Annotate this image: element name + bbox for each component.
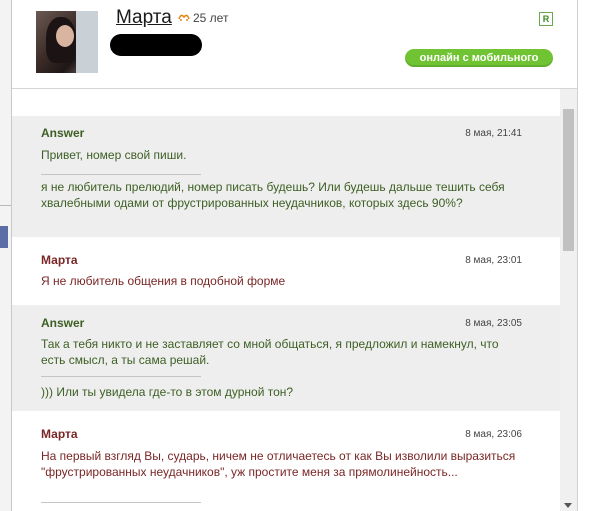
user-age: 25 лет	[193, 11, 229, 25]
scrollbar-thumb[interactable]	[563, 109, 574, 251]
chat-header: Марта 25 лет R онлайн с мобильного	[12, 0, 577, 88]
message-time: 8 мая, 23:01	[465, 255, 522, 266]
background-page-tab	[0, 226, 8, 248]
message-item: Answer 8 мая, 23:05 Так а тебя никто и н…	[12, 305, 560, 411]
message-sender[interactable]: Марта	[41, 253, 78, 267]
message-item: Марта 8 мая, 23:01 Я не любитель общения…	[12, 237, 560, 305]
message-sender[interactable]: Марта	[41, 427, 78, 441]
message-part-divider	[41, 376, 201, 377]
message-part-divider	[41, 502, 201, 503]
r-badge-icon[interactable]: R	[539, 12, 553, 26]
avatar-background	[76, 11, 98, 73]
avatar[interactable]	[36, 11, 98, 73]
message-text: На первый взгляд Вы, сударь, ничем не от…	[41, 449, 516, 479]
message-time: 8 мая, 21:41	[465, 128, 522, 139]
message-item: Answer 8 мая, 21:41 Привет, номер свой п…	[12, 116, 560, 237]
username-link[interactable]: Марта	[116, 7, 172, 29]
page-right-gutter	[578, 0, 598, 511]
message-text: я не любитель прелюдий, номер писать буд…	[41, 180, 505, 210]
message-sender[interactable]: Answer	[41, 126, 84, 140]
chat-window: Марта 25 лет R онлайн с мобильного Answe…	[12, 0, 578, 511]
online-mobile-badge: онлайн с мобильного	[405, 49, 553, 67]
message-text: ))) Или ты увидела где-то в этом дурной …	[41, 385, 294, 399]
message-text: Привет, номер свой пиши.	[41, 148, 187, 162]
message-scrollbar[interactable]	[560, 89, 577, 511]
message-list: Answer 8 мая, 21:41 Привет, номер свой п…	[12, 89, 560, 511]
scroll-down-arrow-icon[interactable]	[564, 503, 572, 508]
message-time: 8 мая, 23:05	[465, 318, 522, 329]
message-text: Я не любитель общения в подобной форме	[41, 274, 286, 288]
avatar-face	[56, 25, 74, 47]
message-item: Марта 8 мая, 23:06 На первый взгляд Вы, …	[12, 411, 560, 511]
message-text: Так а тебя никто и не заставляет со мной…	[41, 337, 499, 367]
message-sender[interactable]: Answer	[41, 316, 84, 330]
message-time: 8 мая, 23:06	[465, 429, 522, 440]
message-part-divider	[41, 174, 201, 175]
zodiac-icon	[178, 14, 190, 21]
redacted-status	[110, 34, 202, 56]
